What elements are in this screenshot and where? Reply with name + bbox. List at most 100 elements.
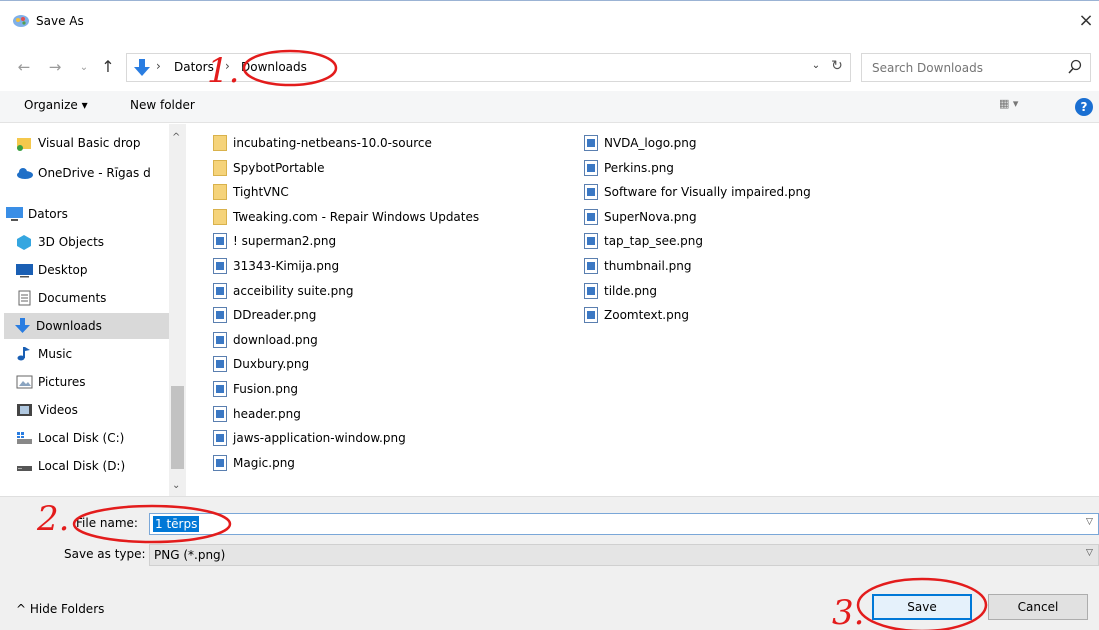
- sidebar-item-videos[interactable]: Videos: [6, 397, 169, 423]
- sidebar-item-local-disk-d[interactable]: Local Disk (D:): [6, 453, 169, 479]
- folder-icon: [213, 208, 227, 225]
- scroll-up-arrow-icon[interactable]: ^: [172, 132, 180, 143]
- sidebar-item-label: OneDrive - Rīgas d: [38, 166, 151, 180]
- image-file-icon: [584, 258, 598, 274]
- folder-icon: [213, 159, 227, 176]
- file-name-label: tap_tap_see.png: [604, 234, 704, 249]
- image-file-icon: [584, 307, 598, 324]
- download-arrow-icon: [134, 59, 150, 76]
- change-view-icon[interactable]: ▦ ▾: [999, 97, 1045, 117]
- windows-drive-icon: [17, 432, 32, 444]
- sidebar-item-3d-objects[interactable]: 3D Objects: [6, 229, 169, 255]
- search-box: [861, 53, 1091, 82]
- save-as-type-select[interactable]: PNG (*.png) ▽: [149, 544, 1099, 566]
- sidebar-item-visual-basic-drop[interactable]: Visual Basic drop: [6, 130, 169, 156]
- sidebar-item-label: 3D Objects: [38, 235, 105, 249]
- image-file-icon: [213, 307, 227, 324]
- recent-locations-chevron-icon[interactable]: ⌄: [77, 56, 91, 80]
- file-name-label: Tweaking.com - Repair Windows Updates: [233, 209, 480, 224]
- scroll-down-arrow-icon[interactable]: ⌄: [172, 480, 180, 491]
- sidebar-item-label: Videos: [38, 403, 78, 417]
- file-name-label: jaws-application-window.png: [233, 431, 406, 446]
- hide-folders-button[interactable]: ^ Hide Folders: [16, 602, 104, 616]
- sidebar-item-label: Documents: [38, 291, 107, 305]
- sidebar-item-label: Visual Basic drop: [38, 136, 141, 150]
- sidebar-item-pictures[interactable]: Pictures: [6, 369, 169, 395]
- image-file-icon: [584, 233, 598, 250]
- refresh-icon[interactable]: ↻: [827, 58, 847, 74]
- image-file-icon: [584, 159, 598, 176]
- save-button[interactable]: Save: [872, 594, 972, 620]
- new-folder-button[interactable]: New folder: [130, 98, 195, 112]
- file-name-label: SpybotPortable: [233, 160, 325, 175]
- search-input[interactable]: [862, 54, 1062, 81]
- file-name-label: Software for Visually impaired.png: [604, 185, 811, 200]
- annotation-number-two: 2.: [37, 499, 70, 539]
- search-icon[interactable]: [1067, 59, 1083, 75]
- sidebar-item-label: Pictures: [38, 375, 86, 389]
- save-as-type-label: Save as type:: [64, 547, 146, 561]
- close-icon[interactable]: ×: [1074, 10, 1098, 32]
- videos-icon: [17, 404, 32, 416]
- address-dropdown-chevron-icon[interactable]: ⌄: [808, 60, 824, 71]
- computer-icon: [6, 207, 23, 221]
- file-name-label: header.png: [233, 406, 301, 421]
- cancel-button[interactable]: Cancel: [988, 594, 1088, 620]
- file-name-label: incubating-netbeans-10.0-source: [233, 136, 432, 150]
- sidebar-item-local-disk-c[interactable]: Local Disk (C:): [6, 425, 169, 451]
- sidebar-item-label: Downloads: [36, 319, 102, 333]
- file-name-label: thumbnail.png: [604, 259, 692, 273]
- up-arrow-icon[interactable]: ↑: [99, 55, 117, 79]
- file-name-label: tilde.png: [604, 283, 658, 298]
- sidebar-item-onedrive-r-gas-d[interactable]: OneDrive - Rīgas d: [6, 160, 169, 186]
- save-dialog-app-icon: [13, 15, 29, 27]
- toolbar: Organize ▾ New folder ▦ ▾ ?: [0, 91, 1099, 123]
- title-bar: Save As ×: [0, 0, 1099, 38]
- file-name-dropdown-icon[interactable]: ▽: [1086, 517, 1093, 527]
- image-file-icon: [213, 381, 227, 397]
- image-file-icon: [213, 454, 227, 471]
- file-list: incubating-netbeans-10.0-source SpybotPor…: [187, 124, 1099, 496]
- drive-icon: [17, 466, 32, 471]
- sidebar-item-dators[interactable]: Dators: [6, 201, 169, 227]
- file-name-label: ! superman2.png: [233, 234, 337, 249]
- annotation-number-one: 1.: [207, 51, 240, 91]
- image-file-icon: [584, 135, 598, 151]
- image-file-icon: [213, 430, 227, 447]
- sidebar-item-music[interactable]: Music: [6, 341, 169, 367]
- save-options-panel: File name: 1 tērps ▽ Save as type: PNG (…: [0, 496, 1099, 630]
- file-name-input[interactable]: 1 tērps: [153, 516, 200, 532]
- forward-button[interactable]: →: [45, 55, 65, 79]
- image-file-icon: [584, 282, 598, 299]
- sidebar-item-documents[interactable]: Documents: [6, 285, 169, 311]
- image-file-icon: [213, 356, 227, 373]
- help-icon[interactable]: ?: [1075, 98, 1093, 116]
- file-name-label: Duxbury.png: [233, 357, 310, 372]
- image-file-icon: [213, 233, 227, 250]
- back-button[interactable]: ←: [14, 55, 34, 79]
- file-name-label: File name:: [76, 516, 138, 530]
- sidebar-item-downloads[interactable]: Downloads: [4, 313, 169, 339]
- sidebar-item-label: Desktop: [38, 263, 88, 277]
- documents-icon: [18, 290, 31, 306]
- file-name-label: 31343-Kimija.png: [233, 259, 340, 273]
- sidebar-item-desktop[interactable]: Desktop: [6, 257, 169, 283]
- breadcrumb-downloads[interactable]: Downloads: [241, 60, 307, 74]
- file-name-label: acceibility suite.png: [233, 283, 354, 298]
- image-file-icon: [584, 184, 598, 201]
- save-as-type-value: PNG (*.png): [154, 548, 226, 562]
- navigation-scrollbar[interactable]: ^ ⌄: [169, 124, 186, 496]
- sidebar-item-label: Dators: [28, 207, 68, 221]
- organize-button[interactable]: Organize ▾: [24, 98, 88, 112]
- file-name-label: Magic.png: [233, 455, 295, 470]
- file-name-label: download.png: [233, 332, 318, 347]
- file-name-field[interactable]: 1 tērps ▽: [149, 513, 1099, 535]
- image-file-icon: [213, 331, 227, 348]
- breadcrumb-separator: ›: [156, 59, 161, 73]
- navigation-pane: Visual Basic drop OneDrive - Rīgas d Dator…: [0, 124, 186, 496]
- scrollbar-thumb[interactable]: [171, 386, 184, 469]
- file-name-label: NVDA_logo.png: [604, 136, 697, 150]
- file-name-label: SuperNova.png: [604, 209, 697, 224]
- annotation-number-three: 3.: [832, 593, 865, 630]
- save-as-type-dropdown-icon[interactable]: ▽: [1086, 548, 1093, 558]
